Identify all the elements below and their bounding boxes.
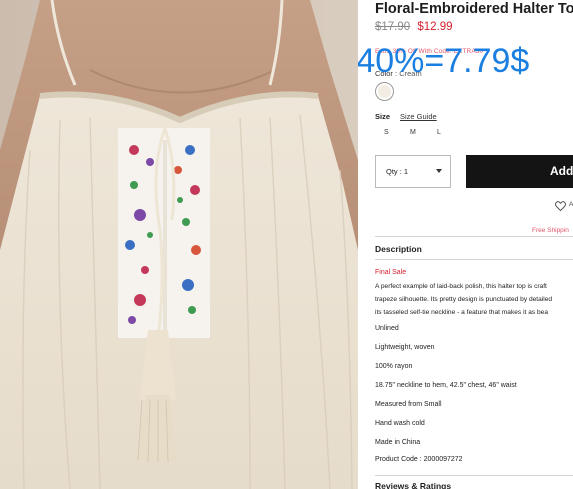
description-text-line: trapeze silhouette. Its pretty design is…: [375, 296, 553, 303]
wishlist-label[interactable]: A: [569, 201, 573, 208]
size-guide-link[interactable]: Size Guide: [400, 112, 437, 121]
discount-overlay-text: -40%=7.79$: [358, 42, 530, 80]
add-to-bag-button[interactable]: Add: [466, 155, 573, 188]
quantity-label: Qty : 1: [386, 167, 409, 176]
size-option-m[interactable]: M: [410, 129, 416, 136]
product-details-panel: Floral-Embroidered Halter Top $17.90 $12…: [358, 0, 573, 489]
price-row: $17.90 $12.99: [375, 21, 453, 33]
sale-price: $12.99: [417, 21, 453, 33]
description-heading[interactable]: Description: [375, 244, 422, 254]
quantity-dropdown[interactable]: Qty : 1: [375, 155, 451, 188]
add-button-label: Add: [550, 164, 573, 178]
original-price: $17.90: [375, 21, 411, 33]
feature-item: 100% rayon: [375, 363, 413, 370]
feature-item: Measured from Small: [375, 401, 442, 408]
divider: [375, 475, 573, 476]
product-photo-illustration: [0, 0, 358, 489]
feature-item: Hand wash cold: [375, 420, 425, 427]
description-text-line: A perfect example of laid-back polish, t…: [375, 283, 547, 290]
feature-item: Lightweight, woven: [375, 344, 435, 351]
final-sale-label: Final Sale: [375, 269, 407, 276]
product-title: Floral-Embroidered Halter Top: [375, 1, 573, 17]
size-label: Size: [375, 112, 391, 121]
divider: [375, 236, 573, 237]
caret-down-icon: [436, 169, 442, 173]
size-option-s[interactable]: S: [384, 129, 389, 136]
size-option-l[interactable]: L: [437, 129, 441, 136]
description-text-line: its tasseled self-tie neckline - a featu…: [375, 309, 548, 316]
feature-item: 18.75" neckline to hem, 42.5" chest, 46"…: [375, 382, 517, 389]
product-image[interactable]: [0, 0, 358, 489]
free-shipping-text: Free Shippin: [532, 227, 569, 234]
heart-outline-icon[interactable]: [555, 198, 566, 216]
feature-item: Unlined: [375, 325, 399, 332]
product-code: Product Code : 2000097272: [375, 456, 463, 463]
divider: [375, 259, 573, 260]
feature-item: Made in China: [375, 439, 421, 446]
color-swatch-cream[interactable]: [375, 82, 394, 101]
reviews-heading[interactable]: Reviews & Ratings: [375, 481, 451, 489]
